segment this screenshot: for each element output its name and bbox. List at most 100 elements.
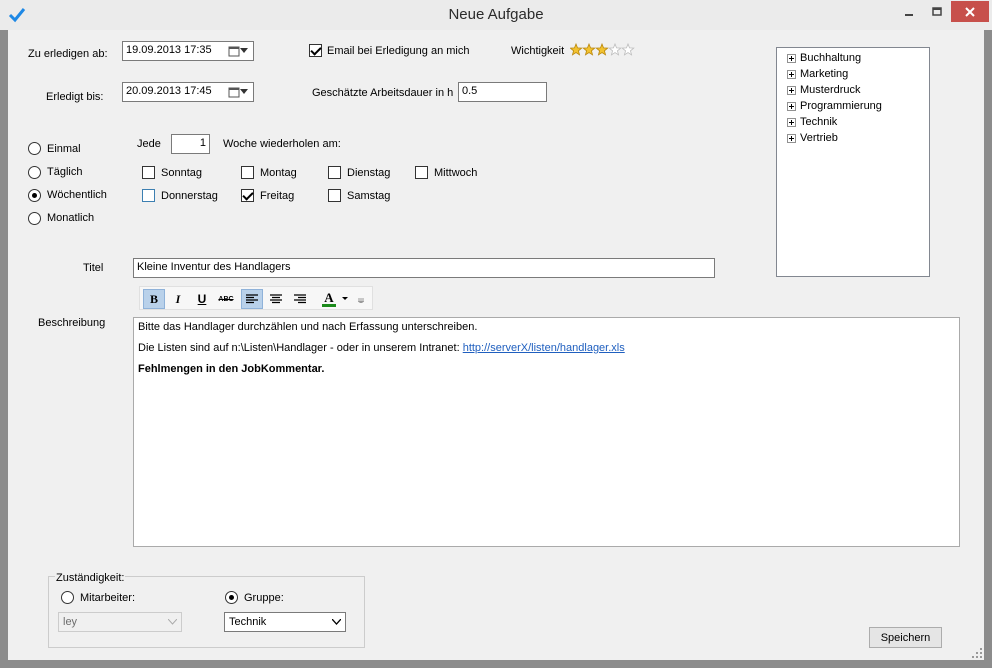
tree-node-buchhaltung[interactable]: Buchhaltung xyxy=(787,50,861,66)
chevron-down-icon xyxy=(342,297,348,300)
employee-label: Mitarbeiter: xyxy=(80,592,136,604)
expand-plus-icon[interactable] xyxy=(787,85,796,95)
tree-node-musterdruck[interactable]: Musterdruck xyxy=(787,82,861,98)
expand-plus-icon[interactable] xyxy=(787,69,796,79)
day-saturday-checkbox[interactable] xyxy=(328,189,341,202)
day-wednesday-label: Mittwoch xyxy=(434,167,478,179)
resize-grip-icon[interactable] xyxy=(972,648,982,658)
description-line-bold: Fehlmengen in den JobKommentar. xyxy=(138,363,325,375)
day-sunday-checkbox[interactable] xyxy=(142,166,155,179)
category-tree[interactable]: Buchhaltung Marketing Musterdruck Progra… xyxy=(776,47,930,277)
recurrence-once-label: Einmal xyxy=(47,143,81,155)
align-center-icon xyxy=(270,294,282,304)
minimize-icon xyxy=(905,13,913,16)
maximize-icon xyxy=(932,6,942,16)
tree-node-vertrieb[interactable]: Vertrieb xyxy=(787,130,838,146)
intranet-link[interactable]: http://serverX/listen/handlager.xls xyxy=(463,342,625,354)
underline-button[interactable]: U xyxy=(191,289,213,309)
align-right-icon xyxy=(294,294,306,304)
save-button[interactable]: Speichern xyxy=(869,627,942,648)
tree-node-marketing[interactable]: Marketing xyxy=(787,66,848,82)
title-bar: Neue Aufgabe xyxy=(0,0,992,30)
recurrence-weekly-radio[interactable] xyxy=(28,189,41,202)
chevron-down-icon xyxy=(332,619,341,625)
calendar-icon xyxy=(228,46,240,57)
application-window: Neue Aufgabe Zu erledigen ab: 19.09.2013… xyxy=(0,0,992,668)
window-title: Neue Aufgabe xyxy=(448,6,544,23)
employee-radio[interactable] xyxy=(61,591,74,604)
day-sunday-label: Sonntag xyxy=(161,167,202,179)
group-combobox[interactable]: Technik xyxy=(224,612,346,632)
duration-input[interactable]: 0.5 xyxy=(458,82,547,102)
day-friday-checkbox[interactable] xyxy=(241,189,254,202)
expand-plus-icon[interactable] xyxy=(787,117,796,127)
day-thursday-label: Donnerstag xyxy=(161,190,218,202)
duration-label: Geschätzte Arbeitsdauer in h xyxy=(312,87,454,99)
day-monday-label: Montag xyxy=(260,167,297,179)
align-right-button[interactable] xyxy=(289,289,311,309)
every-label: Jede xyxy=(137,138,161,150)
title-input[interactable]: Kleine Inventur des Handlagers xyxy=(133,258,715,278)
overflow-chevron-icon xyxy=(358,298,364,303)
recurrence-once-radio[interactable] xyxy=(28,142,41,155)
chevron-down-icon xyxy=(240,48,248,53)
day-monday-checkbox[interactable] xyxy=(241,166,254,179)
done-by-datepicker[interactable]: 20.09.2013 17:45 xyxy=(122,82,254,102)
star-filled-icon[interactable] xyxy=(582,43,596,56)
align-left-icon xyxy=(246,294,258,304)
done-by-value: 20.09.2013 17:45 xyxy=(126,85,212,97)
bold-button[interactable]: B xyxy=(143,289,165,309)
day-tuesday-checkbox[interactable] xyxy=(328,166,341,179)
employee-value: ley xyxy=(63,616,78,628)
form-body: Zu erledigen ab: 19.09.2013 17:35 Email … xyxy=(8,30,984,660)
done-by-label: Erledigt bis: xyxy=(46,91,104,103)
due-from-value: 19.09.2013 17:35 xyxy=(126,44,212,56)
group-label: Gruppe: xyxy=(244,592,284,604)
star-empty-icon[interactable] xyxy=(621,43,635,56)
expand-plus-icon[interactable] xyxy=(787,53,796,63)
importance-rating[interactable] xyxy=(570,43,636,57)
align-left-button[interactable] xyxy=(241,289,263,309)
description-editor[interactable]: Bitte das Handlager durchzählen und nach… xyxy=(133,317,960,547)
tree-node-technik[interactable]: Technik xyxy=(787,114,837,130)
align-center-button[interactable] xyxy=(265,289,287,309)
day-thursday-checkbox[interactable] xyxy=(142,189,155,202)
expand-plus-icon[interactable] xyxy=(787,101,796,111)
every-interval-input[interactable]: 1 xyxy=(171,134,210,154)
calendar-dropdown-button[interactable] xyxy=(228,43,252,59)
calendar-dropdown-button[interactable] xyxy=(228,84,252,100)
description-line: Die Listen sind auf n:\Listen\Handlager … xyxy=(138,342,625,354)
importance-label: Wichtigkeit xyxy=(511,45,565,57)
title-label: Titel xyxy=(83,262,104,274)
star-filled-icon[interactable] xyxy=(570,43,583,56)
day-wednesday-checkbox[interactable] xyxy=(415,166,428,179)
maximize-button[interactable] xyxy=(924,1,950,22)
star-filled-icon[interactable] xyxy=(595,43,609,56)
due-from-label: Zu erledigen ab: xyxy=(28,48,108,60)
group-value: Technik xyxy=(229,616,267,628)
day-tuesday-label: Dienstag xyxy=(347,167,391,179)
due-from-datepicker[interactable]: 19.09.2013 17:35 xyxy=(122,41,254,61)
minimize-button[interactable] xyxy=(896,1,922,22)
expand-plus-icon[interactable] xyxy=(787,133,796,143)
italic-button[interactable]: I xyxy=(167,289,189,309)
recurrence-weekly-label: Wöchentlich xyxy=(47,189,107,201)
font-color-swatch xyxy=(322,304,336,307)
toolbar-overflow-button[interactable] xyxy=(355,289,367,309)
day-saturday-label: Samstag xyxy=(347,190,391,202)
employee-combobox[interactable]: ley xyxy=(58,612,182,632)
recurrence-daily-radio[interactable] xyxy=(28,166,41,179)
group-radio[interactable] xyxy=(225,591,238,604)
recurrence-monthly-radio[interactable] xyxy=(28,212,41,225)
chevron-down-icon xyxy=(240,89,248,94)
email-checkbox[interactable] xyxy=(309,44,322,57)
description-label: Beschreibung xyxy=(38,317,106,329)
recurrence-monthly-label: Monatlich xyxy=(47,212,95,224)
tree-node-programmierung[interactable]: Programmierung xyxy=(787,98,882,114)
strikethrough-button[interactable]: ABC xyxy=(215,289,237,309)
week-repeat-label: Woche wiederholen am: xyxy=(223,138,341,150)
chevron-down-icon xyxy=(168,619,177,625)
font-color-dropdown[interactable] xyxy=(340,289,350,309)
star-empty-icon[interactable] xyxy=(608,43,622,56)
close-button[interactable] xyxy=(951,1,989,22)
